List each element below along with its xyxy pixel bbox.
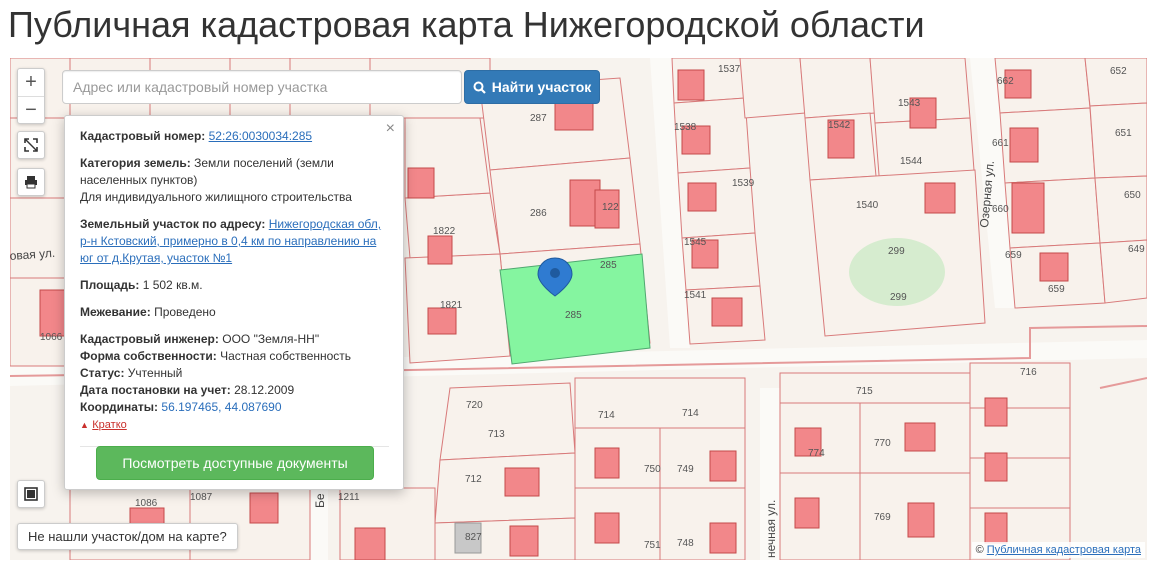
svg-text:650: 650 (1124, 190, 1141, 201)
coordinates-label: Координаты: (80, 400, 159, 414)
svg-text:1822: 1822 (433, 226, 456, 237)
svg-text:652: 652 (1110, 66, 1127, 77)
svg-text:1545: 1545 (684, 237, 707, 248)
print-button[interactable] (17, 168, 45, 196)
svg-text:659: 659 (1048, 284, 1065, 295)
selected-parcel (499, 253, 651, 365)
parcel-info-popup: × Кадастровый номер: 52:26:0030034:285 К… (64, 115, 404, 490)
svg-text:651: 651 (1115, 128, 1132, 139)
page-title: Публичная кадастровая карта Нижегородско… (8, 4, 925, 45)
zoom-out-button[interactable]: − (18, 96, 44, 123)
engineer-value: ООО "Земля-НН" (222, 332, 320, 346)
area-value: 1 502 кв.м. (142, 278, 203, 292)
close-icon[interactable]: × (386, 120, 395, 138)
expand-icon (24, 138, 38, 152)
map-attribution: © Публичная кадастровая карта (971, 542, 1145, 558)
svg-text:299: 299 (890, 292, 907, 303)
search-icon (473, 81, 486, 94)
svg-text:286: 286 (530, 208, 547, 219)
svg-text:715: 715 (856, 386, 873, 397)
svg-text:749: 749 (677, 464, 694, 475)
printer-icon (25, 176, 37, 189)
svg-text:748: 748 (677, 538, 694, 549)
svg-text:713: 713 (488, 429, 505, 440)
find-parcel-label: Найти участок (491, 79, 592, 95)
zoom-in-button[interactable]: + (18, 69, 44, 96)
ownership-label: Форма собственности: (80, 349, 217, 363)
ownership-value: Частная собственность (220, 349, 352, 363)
svg-text:827: 827 (465, 532, 482, 543)
search-input[interactable] (62, 70, 462, 104)
svg-text:716: 716 (1020, 367, 1037, 378)
svg-text:1537: 1537 (718, 64, 741, 75)
svg-text:нечная ул.: нечная ул. (764, 500, 778, 558)
svg-text:285: 285 (600, 260, 617, 271)
svg-text:662: 662 (997, 76, 1014, 87)
svg-text:659: 659 (1005, 250, 1022, 261)
registration-date-label: Дата постановки на учет: (80, 383, 231, 397)
svg-text:770: 770 (874, 438, 891, 449)
address-label: Земельный участок по адресу: (80, 217, 266, 231)
land-use-value: Для индивидуального жилищного строительс… (80, 190, 352, 204)
svg-text:714: 714 (598, 410, 615, 421)
caret-up-icon: ▲ (80, 420, 89, 430)
svg-text:1542: 1542 (828, 120, 851, 131)
zoom-control: + − (17, 68, 45, 124)
not-found-button[interactable]: Не нашли участок/дом на карте? (17, 523, 238, 550)
engineer-label: Кадастровый инженер: (80, 332, 219, 346)
svg-text:769: 769 (874, 512, 891, 523)
svg-text:712: 712 (465, 474, 482, 485)
map-layers-icon (24, 487, 38, 501)
svg-text:750: 750 (644, 464, 661, 475)
svg-text:714: 714 (682, 408, 699, 419)
svg-text:1541: 1541 (684, 290, 707, 301)
svg-text:751: 751 (644, 540, 661, 551)
registration-date-value: 28.12.2009 (234, 383, 295, 397)
land-category-label: Категория земель: (80, 156, 191, 170)
fullscreen-button[interactable] (17, 131, 45, 159)
svg-text:122: 122 (602, 202, 619, 213)
view-documents-button[interactable]: Посмотреть доступные документы (96, 446, 374, 480)
brief-link[interactable]: Кратко (92, 417, 127, 434)
layers-button[interactable] (17, 480, 45, 508)
svg-text:1821: 1821 (440, 300, 463, 311)
svg-text:1543: 1543 (898, 98, 921, 109)
attribution-link[interactable]: Публичная кадастровая карта (987, 544, 1141, 556)
svg-text:299: 299 (888, 246, 905, 257)
status-label: Статус: (80, 366, 125, 380)
survey-label: Межевание: (80, 305, 151, 319)
cadastral-number-label: Кадастровый номер: (80, 129, 206, 143)
find-parcel-button[interactable]: Найти участок (464, 70, 600, 104)
survey-value: Проведено (154, 305, 216, 319)
svg-text:774: 774 (808, 448, 825, 459)
svg-text:1086: 1086 (135, 498, 158, 509)
status-value: Учтенный (127, 366, 183, 380)
svg-text:720: 720 (466, 400, 483, 411)
svg-text:1211: 1211 (338, 492, 360, 503)
svg-text:287: 287 (530, 113, 547, 124)
svg-text:1544: 1544 (900, 156, 923, 167)
cadastral-number-link[interactable]: 52:26:0030034:285 (209, 129, 312, 143)
area-label: Площадь: (80, 278, 140, 292)
svg-text:1066: 1066 (40, 332, 63, 343)
svg-text:649: 649 (1128, 244, 1145, 255)
copyright-symbol: © (975, 544, 984, 556)
svg-text:1540: 1540 (856, 200, 879, 211)
svg-text:285: 285 (565, 310, 582, 321)
svg-text:Бе: Бе (313, 493, 327, 508)
coordinates-link[interactable]: 56.197465, 44.087690 (161, 400, 281, 414)
svg-text:1538: 1538 (674, 122, 697, 133)
svg-text:660: 660 (992, 204, 1009, 215)
svg-text:661: 661 (992, 138, 1009, 149)
svg-text:1539: 1539 (732, 178, 755, 189)
svg-text:1087: 1087 (190, 492, 213, 503)
